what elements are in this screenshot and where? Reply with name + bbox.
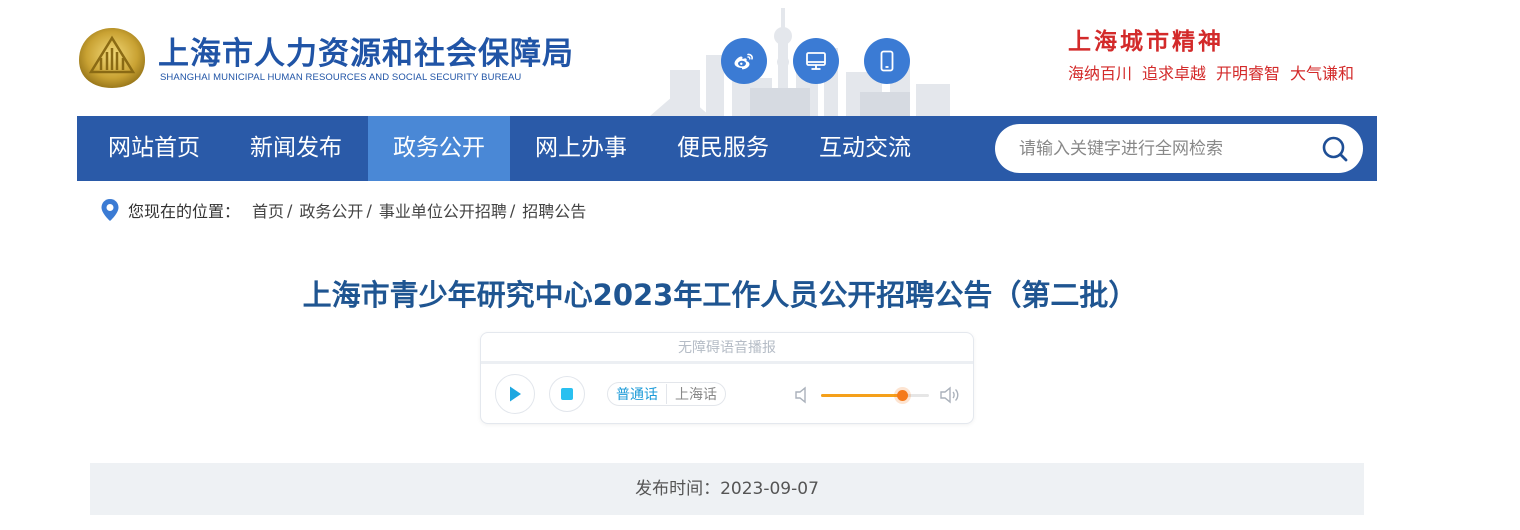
- lang-option-shanghainese[interactable]: 上海话: [667, 384, 725, 404]
- nav-item-public-services[interactable]: 便民服务: [652, 116, 794, 181]
- page: 上海市人力资源和社会保障局 SHANGHAI MUNICIPAL HUMAN R…: [0, 0, 1520, 530]
- stop-icon: [561, 388, 573, 400]
- publish-info-bar: 发布时间：2023-09-07: [90, 463, 1364, 515]
- breadcrumb-home[interactable]: 首页: [252, 198, 284, 222]
- breadcrumb-public-recruitment[interactable]: 事业单位公开招聘: [379, 198, 507, 222]
- audio-player: 无障碍语音播报 普通话 上海话: [480, 332, 974, 424]
- city-spirit-word: 追求卓越: [1142, 64, 1207, 83]
- breadcrumb-separator: /: [287, 200, 293, 220]
- stop-button[interactable]: [549, 376, 585, 412]
- breadcrumb-government-affairs[interactable]: 政务公开: [299, 198, 363, 222]
- site-name-cn[interactable]: 上海市人力资源和社会保障局: [158, 28, 574, 73]
- nav-item-online-services[interactable]: 网上办事: [510, 116, 652, 181]
- breadcrumb-separator: /: [366, 200, 372, 220]
- mobile-icon[interactable]: [864, 38, 910, 84]
- weibo-icon[interactable]: [721, 38, 767, 84]
- bureau-emblem-logo[interactable]: [77, 26, 147, 90]
- volume-slider[interactable]: [821, 390, 929, 401]
- search-box: [995, 124, 1363, 173]
- publish-date: 2023-09-07: [720, 479, 819, 499]
- article-title: 上海市青少年研究中心2023年工作人员公开招聘公告（第二批）: [302, 278, 1138, 312]
- nav-item-interaction[interactable]: 互动交流: [794, 116, 936, 181]
- nav-item-home[interactable]: 网站首页: [83, 116, 225, 181]
- city-spirit-word: 大气谦和: [1290, 64, 1355, 83]
- nav-item-government-affairs[interactable]: 政务公开: [368, 116, 510, 181]
- play-button[interactable]: [495, 374, 535, 414]
- breadcrumb-prefix: 您现在的位置：: [128, 202, 241, 221]
- lang-option-mandarin[interactable]: 普通话: [608, 384, 667, 404]
- city-spirit-title: 上海城市精神: [1068, 28, 1224, 55]
- location-pin-icon: [101, 199, 119, 221]
- breadcrumb: 您现在的位置： 首页 / 政务公开 / 事业单位公开招聘 / 招聘公告: [100, 198, 586, 222]
- volume-low-icon[interactable]: [793, 385, 811, 405]
- city-spirit-word: 开明睿智: [1216, 64, 1281, 83]
- main-navigation: 网站首页 新闻发布 政务公开 网上办事 便民服务 互动交流: [77, 116, 1377, 181]
- search-icon[interactable]: [1321, 135, 1349, 163]
- breadcrumb-recruitment-notice[interactable]: 招聘公告: [522, 198, 586, 222]
- city-spirit-words: 海纳百川 追求卓越 开明睿智 大气谦和: [1068, 60, 1354, 84]
- site-name-en: SHANGHAI MUNICIPAL HUMAN RESOURCES AND S…: [160, 72, 522, 83]
- volume-fill: [821, 394, 902, 397]
- desktop-icon[interactable]: [793, 38, 839, 84]
- language-selector: 普通话 上海话: [607, 382, 726, 406]
- search-input[interactable]: [1019, 124, 1309, 173]
- nav-item-news[interactable]: 新闻发布: [225, 116, 367, 181]
- play-icon: [510, 386, 521, 402]
- volume-knob[interactable]: [896, 390, 908, 401]
- volume-high-icon[interactable]: [939, 385, 961, 405]
- publish-label: 发布时间：: [635, 479, 721, 499]
- player-header: 无障碍语音播报: [481, 333, 973, 364]
- site-header: 上海市人力资源和社会保障局 SHANGHAI MUNICIPAL HUMAN R…: [0, 0, 1520, 116]
- breadcrumb-separator: /: [509, 200, 516, 220]
- city-spirit-word: 海纳百川: [1068, 64, 1133, 83]
